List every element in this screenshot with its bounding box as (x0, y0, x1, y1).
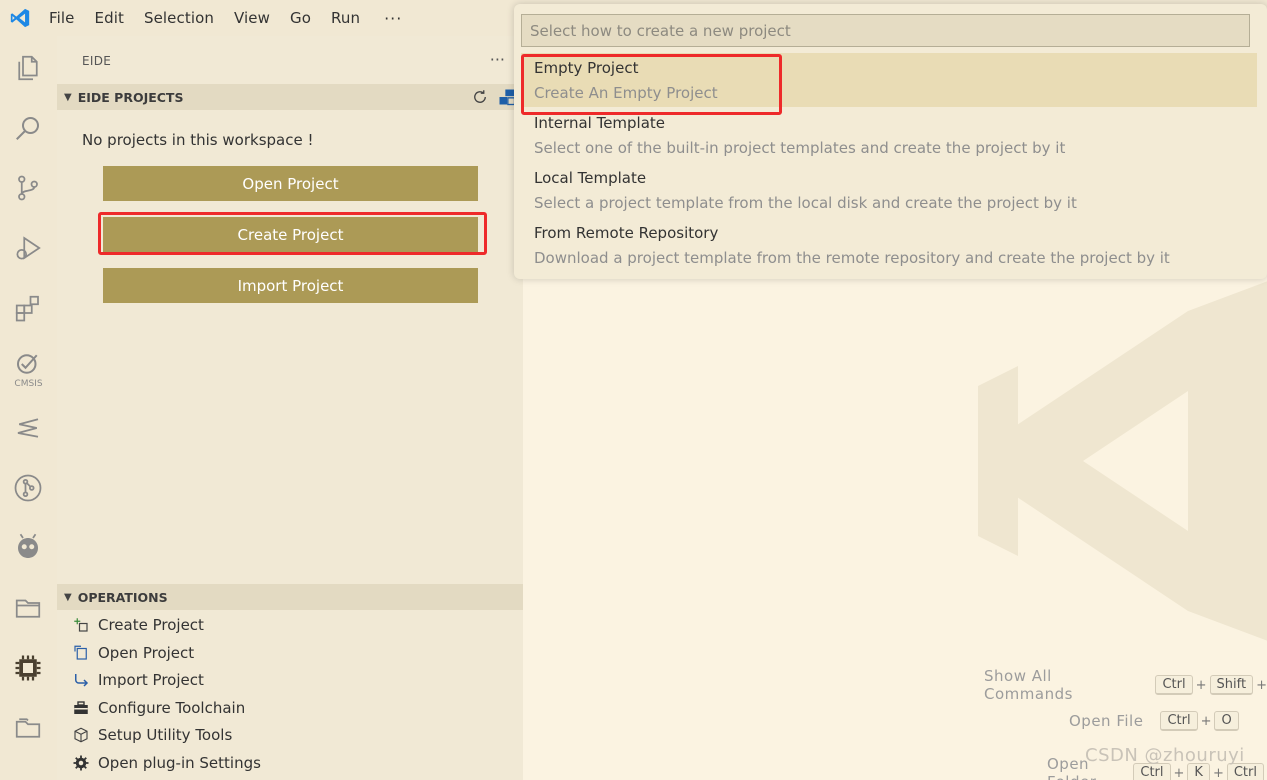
op-setup-utility-tools[interactable]: Setup Utility Tools (71, 723, 232, 747)
platformio-icon[interactable] (10, 530, 46, 566)
folder-icon[interactable] (10, 590, 46, 626)
quick-pick-item-local-template[interactable]: Local Template Select a project template… (521, 163, 1257, 217)
source-control-icon[interactable] (10, 170, 46, 206)
quick-pick-item-title: Local Template (534, 169, 647, 187)
op-setup-utility-tools-label: Setup Utility Tools (98, 726, 233, 744)
cmsis-label: CMSIS (14, 379, 43, 389)
git-graph-icon[interactable] (10, 470, 46, 506)
op-import-project-label: Import Project (98, 671, 204, 689)
toolbox-icon (71, 698, 91, 718)
quick-pick-item-description: Download a project template from the rem… (534, 249, 1170, 267)
op-import-project[interactable]: Import Project (71, 668, 204, 692)
refresh-icon[interactable] (471, 88, 489, 106)
chevron-down-icon: ▼ (64, 91, 72, 103)
create-project-highlight (98, 212, 487, 255)
add-project-icon (71, 615, 91, 635)
op-configure-toolchain-label: Configure Toolchain (98, 699, 246, 717)
eide-projects-header[interactable]: ▼ EIDE PROJECTS (57, 84, 523, 110)
operations-title: OPERATIONS (77, 589, 168, 605)
quick-pick-item-internal-template[interactable]: Internal Template Select one of the buil… (521, 108, 1257, 162)
quick-pick-item-description: Select a project template from the local… (534, 194, 1077, 212)
csdn-watermark: CSDN @zhouruyi (1085, 745, 1245, 766)
quick-pick-item-title: Internal Template (534, 114, 666, 132)
op-open-plugin-settings-label: Open plug-in Settings (98, 754, 261, 772)
chevron-down-icon: ▼ (64, 591, 72, 603)
menu-run[interactable]: Run (331, 9, 360, 27)
open-project-button[interactable]: Open Project (103, 166, 478, 201)
import-arrow-icon (71, 670, 91, 690)
quick-pick-item-title: From Remote Repository (534, 224, 719, 242)
menu-edit[interactable]: Edit (95, 9, 124, 27)
shortcut-open-file: Open File Ctrl + O (1069, 711, 1242, 731)
eide-chip-icon[interactable] (10, 650, 46, 686)
op-create-project-label: Create Project (98, 616, 204, 634)
quick-pick-item-description: Select one of the built-in project templ… (534, 139, 1066, 157)
quick-pick-input[interactable]: Select how to create a new project (521, 14, 1250, 47)
menu-selection[interactable]: Selection (144, 9, 214, 27)
empty-project-highlight (521, 54, 782, 115)
activity-bar: CMSIS (0, 36, 57, 780)
menu-go[interactable]: Go (290, 9, 311, 27)
operations-header[interactable]: ▼ OPERATIONS (57, 584, 523, 610)
shortcut-show-all-commands: Show All Commands Ctrl + Shift + (984, 667, 1267, 703)
quick-pick-panel: Select how to create a new project Empty… (514, 4, 1267, 279)
op-open-project[interactable]: Open Project (71, 641, 194, 665)
menu-more-icon[interactable]: ··· (384, 9, 402, 28)
quick-pick-item-remote-repository[interactable]: From Remote Repository Download a projec… (521, 218, 1257, 272)
import-project-button[interactable]: Import Project (103, 268, 478, 303)
sidebar-title: EIDE (82, 54, 112, 68)
extensions-icon[interactable] (10, 290, 46, 326)
op-configure-toolchain[interactable]: Configure Toolchain (71, 696, 245, 720)
gear-icon (71, 753, 91, 773)
folder-stack-icon[interactable] (10, 710, 46, 746)
cmsis-icon[interactable] (10, 346, 46, 382)
op-open-project-label: Open Project (98, 644, 195, 662)
menu-file[interactable]: File (49, 9, 75, 27)
op-open-plugin-settings[interactable]: Open plug-in Settings (71, 751, 261, 775)
empty-workspace-message: No projects in this workspace ! (82, 131, 314, 149)
package-icon (71, 725, 91, 745)
op-create-project[interactable]: Create Project (71, 613, 204, 637)
search-icon[interactable] (10, 110, 46, 146)
run-debug-icon[interactable] (10, 230, 46, 266)
sidebar-more-icon[interactable]: ··· (490, 50, 505, 69)
vscode-logo-icon (10, 8, 30, 28)
vscode-watermark-logo (978, 281, 1267, 641)
stm-icon[interactable] (10, 410, 46, 446)
eide-sidebar: EIDE ··· ▼ EIDE PROJECTS No projects in … (57, 36, 523, 780)
explorer-icon[interactable] (10, 50, 46, 86)
menu-view[interactable]: View (234, 9, 270, 27)
eide-projects-title: EIDE PROJECTS (77, 89, 184, 105)
open-project-icon (71, 643, 91, 663)
